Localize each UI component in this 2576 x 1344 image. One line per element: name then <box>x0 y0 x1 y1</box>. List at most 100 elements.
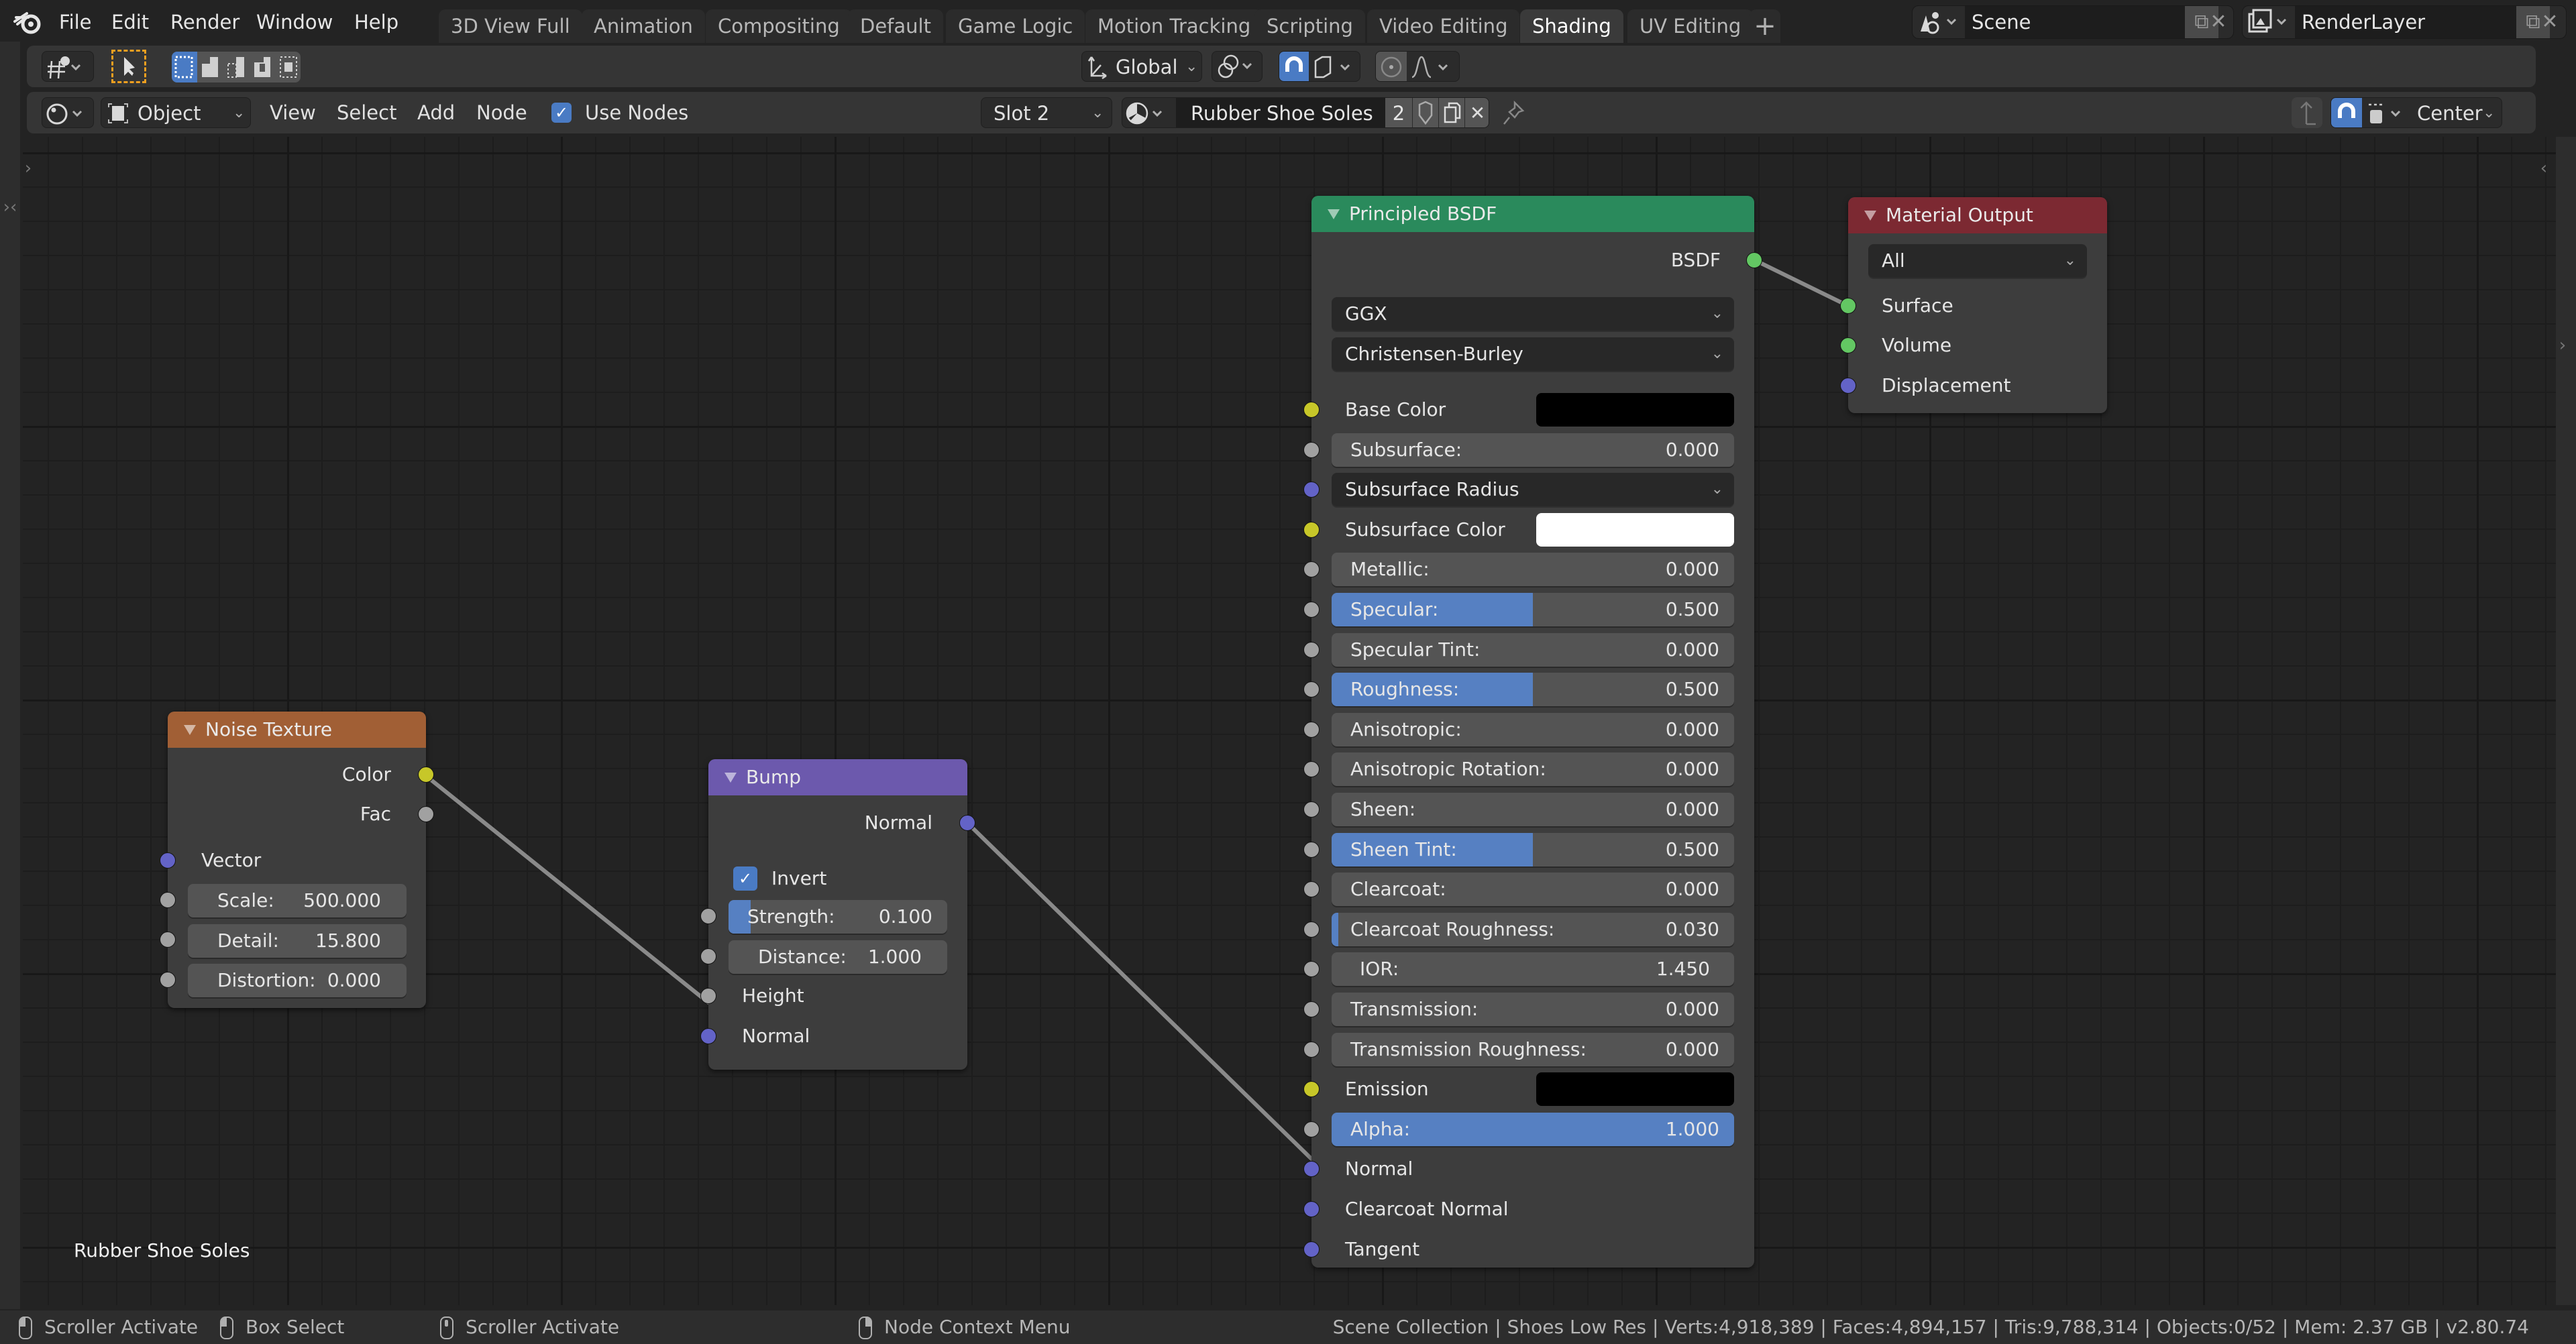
select-mode-intersect[interactable] <box>276 52 301 82</box>
socket-normal-input[interactable] <box>700 1028 716 1044</box>
collapse-triangle-icon[interactable] <box>184 725 196 735</box>
tab-scripting[interactable]: Scripting <box>1254 9 1365 43</box>
toolbar-expand-icon[interactable]: › <box>21 158 35 178</box>
socket-input[interactable] <box>1303 642 1320 658</box>
socket-input[interactable] <box>1303 881 1320 897</box>
material-users-count[interactable]: 2 <box>1385 98 1412 127</box>
socket-input[interactable] <box>1303 561 1320 577</box>
node-material-output[interactable]: Material Output All ⌄ Surface Volume Dis… <box>1840 197 2107 413</box>
socket-vector-input[interactable] <box>160 852 176 869</box>
value-field[interactable]: Clearcoat Roughness: 0.030 <box>1332 913 1734 946</box>
fake-user-button[interactable] <box>1413 98 1438 127</box>
socket-input[interactable] <box>1303 602 1320 618</box>
use-nodes-checkbox[interactable]: ✓ <box>551 103 572 123</box>
parent-node-tree-button[interactable] <box>2292 97 2322 128</box>
node-noise-texture[interactable]: Noise Texture Color Fac Vector Scale: 50… <box>160 712 434 1008</box>
unlink-material-icon[interactable]: ✕ <box>1465 98 1489 127</box>
socket-displacement-input[interactable] <box>1840 378 1856 394</box>
socket-height-input[interactable] <box>700 988 716 1004</box>
tab-shading[interactable]: Shading <box>1520 9 1623 43</box>
delete-scene-icon[interactable]: ✕ <box>2204 6 2233 38</box>
value-field[interactable]: Specular: 0.500 <box>1332 593 1734 626</box>
menu-render[interactable]: Render <box>170 0 239 44</box>
color-swatch[interactable] <box>1536 393 1734 427</box>
tab-compositing[interactable]: Compositing <box>706 9 852 43</box>
view-layer-selector[interactable]: RenderLayer ⧉ ✕ <box>2242 5 2567 39</box>
pin-icon[interactable] <box>1500 99 1528 128</box>
socket-input[interactable] <box>1303 681 1320 697</box>
socket-fac-output[interactable] <box>418 806 434 822</box>
object-type-dropdown[interactable]: Object ⌄ <box>101 97 251 128</box>
tab-game-logic[interactable]: Game Logic <box>946 9 1085 43</box>
value-field[interactable]: Transmission: 0.000 <box>1332 993 1734 1026</box>
tab-video-editing[interactable]: Video Editing <box>1367 9 1520 43</box>
socket-input[interactable] <box>1303 761 1320 777</box>
menu-edit[interactable]: Edit <box>111 0 149 44</box>
view-layer-name[interactable]: RenderLayer <box>2295 6 2516 38</box>
invert-checkbox[interactable]: ✓ <box>733 866 757 891</box>
material-browse-button[interactable] <box>1122 98 1176 127</box>
duplicate-material-button[interactable] <box>1439 98 1464 127</box>
delete-view-layer-icon[interactable]: ✕ <box>2535 6 2565 38</box>
render-layer-icon[interactable] <box>2243 6 2295 38</box>
value-field[interactable]: Clearcoat: 0.000 <box>1332 873 1734 906</box>
snap-target-label[interactable]: Center <box>2417 98 2483 127</box>
subsurface-method-dropdown[interactable]: Christensen-Burley ⌄ <box>1332 337 1734 371</box>
detail-field[interactable]: Detail: 15.800 <box>188 924 407 958</box>
menu-add[interactable]: Add <box>417 92 455 133</box>
use-nodes-label[interactable]: Use Nodes <box>585 92 688 133</box>
area-join-icon[interactable]: ›‹ <box>0 197 20 217</box>
proportional-falloff-dropdown[interactable] <box>1408 52 1459 81</box>
node-header[interactable]: Principled BSDF <box>1311 196 1754 232</box>
socket-input[interactable] <box>1303 1161 1320 1177</box>
shader-type-dropdown[interactable] <box>42 97 94 128</box>
socket-normal-output[interactable] <box>959 815 975 831</box>
value-field[interactable]: Specular Tint: 0.000 <box>1332 633 1734 667</box>
socket-input[interactable] <box>1303 842 1320 858</box>
socket-input[interactable] <box>1303 1241 1320 1257</box>
strength-field[interactable]: Strength: 0.100 <box>729 900 947 934</box>
distribution-dropdown[interactable]: GGX ⌄ <box>1332 297 1734 331</box>
socket-input[interactable] <box>1303 442 1320 458</box>
select-mode-difference[interactable] <box>250 52 276 82</box>
socket-input[interactable] <box>1303 921 1320 938</box>
right-region-expand-icon[interactable]: › <box>2556 335 2569 355</box>
socket-distortion-input[interactable] <box>160 972 176 988</box>
distortion-field[interactable]: Distortion: 0.000 <box>188 964 407 997</box>
select-mode-set[interactable] <box>172 52 197 82</box>
slot-dropdown[interactable]: Slot 2 ⌄ <box>981 97 1112 128</box>
collapse-triangle-icon[interactable] <box>724 773 737 783</box>
socket-input[interactable] <box>1303 1042 1320 1058</box>
value-field[interactable]: Subsurface: 0.000 <box>1332 433 1734 467</box>
node-header[interactable]: Bump <box>708 759 967 795</box>
scene-name[interactable]: Scene <box>1965 6 2186 38</box>
select-mode-extend[interactable] <box>198 52 223 82</box>
socket-input[interactable] <box>1303 1081 1320 1097</box>
scale-field[interactable]: Scale: 500.000 <box>188 884 407 917</box>
scene-selector[interactable]: Scene ⧉ ✕ <box>1912 5 2234 39</box>
vector-dropdown[interactable]: Subsurface Radius ⌄ <box>1332 473 1734 506</box>
select-tool-button[interactable] <box>111 50 146 83</box>
proportional-toggle[interactable] <box>1376 52 1407 81</box>
socket-surface-input[interactable] <box>1840 298 1856 314</box>
value-field[interactable]: Alpha: 1.000 <box>1332 1113 1734 1146</box>
value-field[interactable]: IOR: 1.450 <box>1332 952 1734 986</box>
menu-view[interactable]: View <box>270 92 316 133</box>
menu-help[interactable]: Help <box>354 0 398 44</box>
menu-select[interactable]: Select <box>337 92 396 133</box>
socket-input[interactable] <box>1303 722 1320 738</box>
socket-detail-input[interactable] <box>160 932 176 948</box>
add-workspace-button[interactable]: + <box>1750 9 1780 43</box>
socket-input[interactable] <box>1303 402 1320 418</box>
socket-bsdf-output[interactable] <box>1746 252 1762 268</box>
value-field[interactable]: Sheen: 0.000 <box>1332 793 1734 826</box>
node-snap-element-dropdown[interactable] <box>2363 98 2412 127</box>
socket-strength-input[interactable] <box>700 908 716 924</box>
menu-node[interactable]: Node <box>476 92 527 133</box>
value-field[interactable]: Anisotropic Rotation: 0.000 <box>1332 752 1734 786</box>
tab-default[interactable]: Default <box>848 9 943 43</box>
value-field[interactable]: Anisotropic: 0.000 <box>1332 713 1734 746</box>
collapse-triangle-icon[interactable] <box>1864 211 1876 221</box>
socket-distance-input[interactable] <box>700 948 716 964</box>
socket-input[interactable] <box>1303 801 1320 818</box>
